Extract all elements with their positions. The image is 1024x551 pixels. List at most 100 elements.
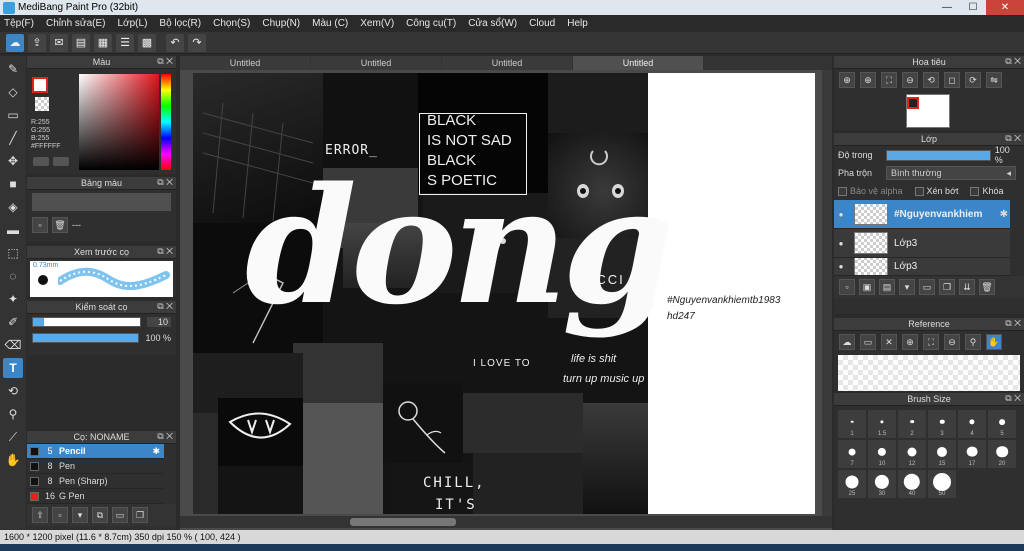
brush-size-option[interactable]: 1.5 <box>868 410 896 438</box>
brush-size-option[interactable]: 1 <box>838 410 866 438</box>
panel-close-icon[interactable]: ⧉ ✕ <box>157 246 173 257</box>
minimize-button[interactable]: — <box>934 0 960 15</box>
menu-layer[interactable]: Lớp(L) <box>118 18 148 29</box>
brush-size-option[interactable]: 50 <box>928 470 956 498</box>
color-mode-button[interactable] <box>33 157 49 166</box>
gear-icon[interactable]: ✱ <box>1000 209 1008 220</box>
reference-area[interactable] <box>838 355 1020 391</box>
document-icon[interactable]: ▤ <box>72 33 90 52</box>
folder-icon[interactable]: ▭ <box>919 279 935 295</box>
cloud-icon[interactable]: ☁ <box>6 33 24 52</box>
chat-icon[interactable]: ✉ <box>50 33 68 52</box>
brush-size-option[interactable]: 10 <box>868 440 896 468</box>
tab-untitled-1[interactable]: Untitled <box>180 56 310 70</box>
actual-size-icon[interactable]: ◻ <box>944 72 960 88</box>
brush-size-option[interactable]: 12 <box>898 440 926 468</box>
saturation-value-field[interactable] <box>79 74 159 170</box>
background-color-swatch[interactable] <box>35 97 49 111</box>
brush-size-option[interactable]: 17 <box>958 440 986 468</box>
rectangle-tool-icon[interactable]: ▭ <box>3 105 23 125</box>
foreground-color-swatch[interactable] <box>32 77 48 93</box>
flip-icon[interactable]: ⇋ <box>986 72 1002 88</box>
rotate-left-icon[interactable]: ⟲ <box>923 72 939 88</box>
zoom-in-icon[interactable]: ⊕ <box>902 334 918 350</box>
hand-icon[interactable]: ✋ <box>986 334 1002 350</box>
duplicate-icon[interactable]: ❐ <box>132 507 148 523</box>
panel-close-icon[interactable]: ⧉ ✕ <box>1005 318 1021 329</box>
open-folder-icon[interactable]: ▭ <box>860 334 876 350</box>
brush-item[interactable]: 5 Pencil ✱ <box>27 444 164 459</box>
panel-close-icon[interactable]: ⧉ ✕ <box>1005 393 1021 404</box>
brush-menu-icon[interactable]: ▾ <box>72 507 88 523</box>
magic-wand-tool-icon[interactable]: ✦ <box>3 289 23 309</box>
brush-size-option[interactable]: 3 <box>928 410 956 438</box>
layer-opacity-slider[interactable] <box>885 149 991 161</box>
layer-menu-icon[interactable]: ▾ <box>899 279 915 295</box>
brush-item[interactable]: 8 Pen <box>27 459 164 474</box>
horizontal-scrollbar[interactable] <box>180 516 832 528</box>
fit-screen-icon[interactable]: ⛶ <box>881 72 897 88</box>
new-brush-icon[interactable]: ▫ <box>52 507 68 523</box>
bucket-tool-icon[interactable]: ◈ <box>3 197 23 217</box>
panel-close-icon[interactable]: ⧉ ✕ <box>157 301 173 312</box>
upload-icon[interactable]: ⇪ <box>28 33 46 52</box>
close-reference-icon[interactable]: ✕ <box>881 334 897 350</box>
rotate-right-icon[interactable]: ⟳ <box>965 72 981 88</box>
eyedropper-tool-icon[interactable]: ⚲ <box>3 404 23 424</box>
duplicate-layer-icon[interactable]: ❐ <box>939 279 955 295</box>
new-1bit-layer-icon[interactable]: ▤ <box>879 279 895 295</box>
operation-tool-icon[interactable]: ⟲ <box>3 381 23 401</box>
brush-size-option[interactable]: 20 <box>988 440 1016 468</box>
menu-filter[interactable]: Bộ lọc(R) <box>159 18 201 29</box>
new-palette-icon[interactable]: ▫ <box>32 217 48 233</box>
menu-color[interactable]: Màu (C) <box>312 18 348 29</box>
layer-row[interactable]: ● #Nguyenvankhiem ✱ <box>834 200 1010 229</box>
fit-screen-icon[interactable]: ⛶ <box>923 334 939 350</box>
move-tool-icon[interactable]: ✥ <box>3 151 23 171</box>
eraser-tool-icon[interactable]: ◇ <box>3 82 23 102</box>
menu-file[interactable]: Tệp(F) <box>4 18 34 29</box>
hue-slider[interactable] <box>161 74 171 170</box>
hand-tool-icon[interactable]: ✋ <box>3 450 23 470</box>
lock-checkbox[interactable] <box>970 186 980 196</box>
select-eraser-tool-icon[interactable]: ⌫ <box>3 335 23 355</box>
brush-size-slider[interactable] <box>32 317 141 327</box>
brush-size-value[interactable]: 10 <box>147 317 171 327</box>
navigator-thumbnail[interactable] <box>906 94 950 128</box>
vertical-scrollbar[interactable] <box>822 70 832 516</box>
copy-brush-icon[interactable]: ⧉ <box>92 507 108 523</box>
visibility-icon[interactable]: ● <box>834 239 848 248</box>
brush-size-option[interactable]: 5 <box>988 410 1016 438</box>
brush-size-option[interactable]: 25 <box>838 470 866 498</box>
drawing-canvas[interactable]: BLACK IS NOT SAD BLACK S POETIC ERROR_ U… <box>193 73 815 514</box>
protect-alpha-checkbox[interactable] <box>838 186 847 196</box>
brush-size-option[interactable]: 30 <box>868 470 896 498</box>
color-swap-button[interactable] <box>53 157 69 166</box>
brush-size-option[interactable]: 2 <box>898 410 926 438</box>
undo-icon[interactable]: ↶ <box>166 33 184 52</box>
delete-layer-icon[interactable]: 🗑 <box>979 279 995 295</box>
zoom-in-icon[interactable]: ⊕ <box>839 72 855 88</box>
layer-row[interactable]: ● Lớp3 <box>834 258 1010 276</box>
panel-close-icon[interactable]: ⧉ ✕ <box>157 56 173 67</box>
eyedropper-icon[interactable]: ⚲ <box>965 334 981 350</box>
grid-icon[interactable]: ▩ <box>138 33 156 52</box>
divide-tool-icon[interactable]: ⟋ <box>3 427 23 447</box>
panel-close-icon[interactable]: ⧉ ✕ <box>1005 133 1021 144</box>
gear-icon[interactable]: ✱ <box>152 446 160 457</box>
gradient-tool-icon[interactable]: ▬ <box>3 220 23 240</box>
menu-help[interactable]: Help <box>567 18 588 29</box>
redo-icon[interactable]: ↷ <box>188 33 206 52</box>
brush-size-option[interactable]: 40 <box>898 470 926 498</box>
tab-untitled-3[interactable]: Untitled <box>442 56 572 70</box>
brush-size-option[interactable]: 15 <box>928 440 956 468</box>
lasso-tool-icon[interactable]: ◌ <box>3 266 23 286</box>
merge-layer-icon[interactable]: ⇊ <box>959 279 975 295</box>
navigator-viewport-frame[interactable] <box>907 97 919 109</box>
menu-edit[interactable]: Chỉnh sửa(E) <box>46 18 106 29</box>
panel-close-icon[interactable]: ⧉ ✕ <box>157 431 173 442</box>
blend-mode-select[interactable]: Bình thường ◂ <box>886 166 1016 180</box>
visibility-icon[interactable]: ● <box>834 262 848 271</box>
menu-window[interactable]: Cửa sổ(W) <box>468 18 517 29</box>
scroll-thumb[interactable] <box>350 518 456 526</box>
